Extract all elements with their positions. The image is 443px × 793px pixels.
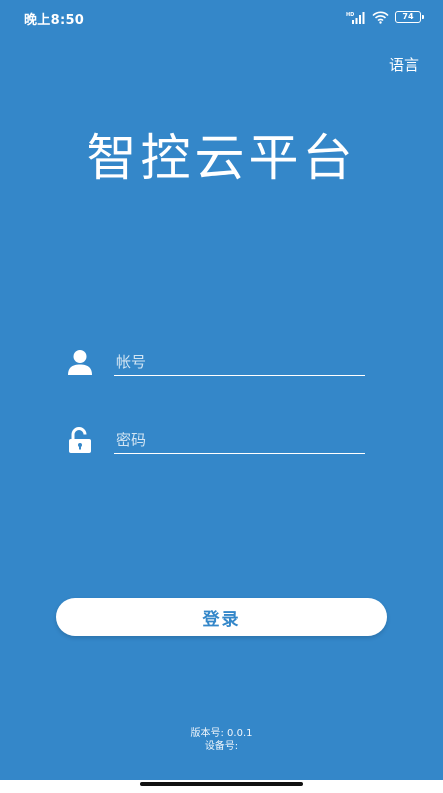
login-screen: 晚上8:50 HD 74 语言 智控云平台 帐号 登录 版本号: 0.0.1 设… (0, 0, 443, 780)
home-indicator[interactable] (140, 782, 303, 786)
version-text: 版本号: 0.0.1 (190, 728, 253, 739)
status-time: 晚上8:50 (24, 13, 85, 28)
status-bar: 晚上8:50 HD 74 (0, 0, 443, 34)
language-button[interactable]: 语言 (389, 54, 419, 75)
wifi-icon (372, 11, 389, 24)
footer-info: 版本号: 0.0.1 设备号: (0, 727, 443, 753)
account-field-row (66, 342, 366, 382)
account-input[interactable] (114, 348, 365, 376)
login-button[interactable]: 登录 (56, 598, 387, 636)
status-icons: HD 74 (346, 9, 424, 25)
unlock-icon (69, 427, 91, 453)
user-icon (68, 350, 92, 375)
device-text: 设备号: (204, 741, 239, 752)
battery-icon: 74 (395, 11, 424, 23)
navigation-area (0, 780, 443, 793)
app-title: 智控云平台 (86, 129, 357, 187)
battery-level: 74 (402, 12, 414, 21)
password-input[interactable] (114, 426, 365, 454)
password-field-row (66, 420, 366, 460)
hd-label: HD (346, 12, 354, 18)
signal-icon: HD (346, 11, 365, 24)
